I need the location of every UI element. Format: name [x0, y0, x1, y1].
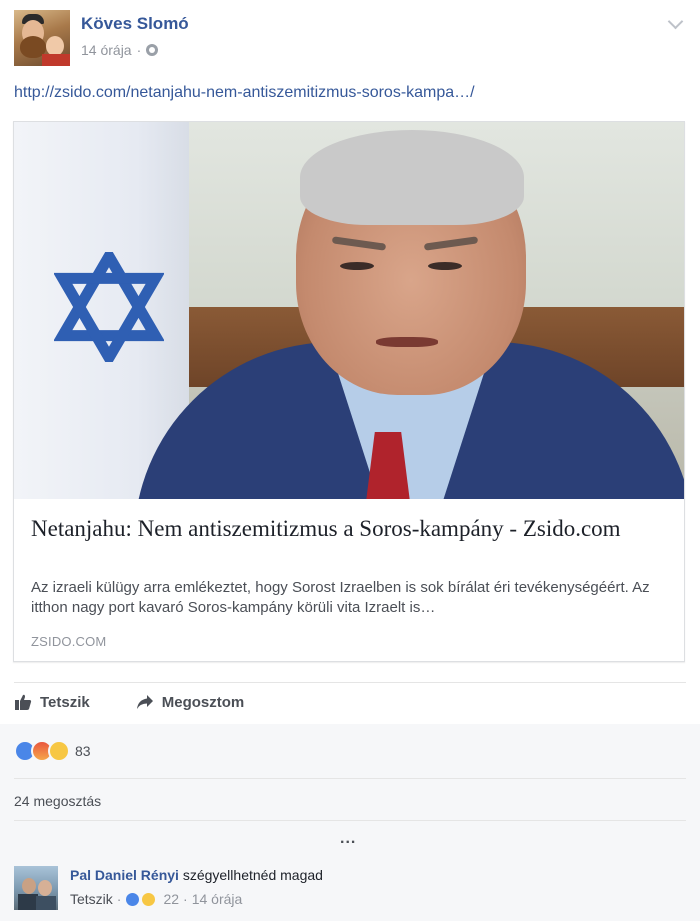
share-count[interactable]: 24 megosztás	[14, 793, 101, 809]
globe-icon[interactable]	[146, 44, 159, 56]
divider	[14, 820, 686, 821]
more-comments-button[interactable]: ...	[340, 830, 356, 848]
haha-reaction-icon	[141, 891, 157, 907]
post-timestamp[interactable]: 14 órája	[81, 42, 132, 58]
like-button[interactable]: Tetszik	[14, 693, 90, 711]
author-name[interactable]: Köves Slomó	[81, 14, 189, 34]
comment-meta: Tetszik · 22 · 14 órája	[70, 891, 242, 907]
chevron-down-icon[interactable]	[667, 13, 684, 30]
comment-timestamp[interactable]: 14 órája	[192, 891, 243, 907]
like-reaction-icon	[125, 891, 141, 907]
thumbs-up-icon	[15, 694, 32, 710]
action-bar: Tetszik Megosztom	[14, 693, 244, 711]
post-link[interactable]: http://zsido.com/netanjahu-nem-antiszemi…	[14, 84, 475, 102]
share-label: Megosztom	[161, 693, 245, 711]
meta-separator: ·	[116, 891, 122, 907]
divider	[14, 682, 686, 683]
commenter-avatar[interactable]	[14, 866, 58, 910]
divider	[14, 778, 686, 779]
article-image[interactable]	[14, 122, 684, 499]
comment-body: Pal Daniel Rényi szégyellhetnéd magad	[70, 867, 323, 883]
comment-reaction-count[interactable]: 22	[163, 891, 179, 907]
share-button[interactable]: Megosztom	[136, 693, 245, 711]
comment-text: szégyellhetnéd magad	[182, 867, 323, 883]
sad-reaction-icon	[48, 740, 70, 762]
comment-like-button[interactable]: Tetszik	[70, 891, 113, 907]
author-avatar[interactable]	[14, 10, 70, 66]
post-meta: 14 órája ·	[81, 42, 159, 58]
reaction-count: 83	[75, 743, 91, 759]
card-description: Az izraeli külügy arra emlékeztet, hogy …	[31, 579, 650, 616]
facebook-post: Köves Slomó 14 órája · http://zsido.com/…	[0, 0, 700, 921]
meta-separator: ·	[136, 42, 142, 58]
commenter-name[interactable]: Pal Daniel Rényi	[70, 867, 179, 883]
card-title[interactable]: Netanjahu: Nem antiszemitizmus a Soros-k…	[31, 514, 671, 544]
reaction-summary[interactable]: 83	[14, 740, 91, 762]
card-domain: ZSIDO.COM	[31, 634, 107, 649]
star-of-david-icon	[54, 252, 164, 362]
like-label: Tetszik	[40, 693, 90, 711]
share-arrow-icon	[136, 695, 153, 709]
comments-section: 83 24 megosztás ... Pal Daniel Rényi szé…	[0, 724, 700, 921]
meta-separator: ·	[183, 891, 188, 907]
link-preview-card[interactable]: Netanjahu: Nem antiszemitizmus a Soros-k…	[13, 121, 685, 662]
